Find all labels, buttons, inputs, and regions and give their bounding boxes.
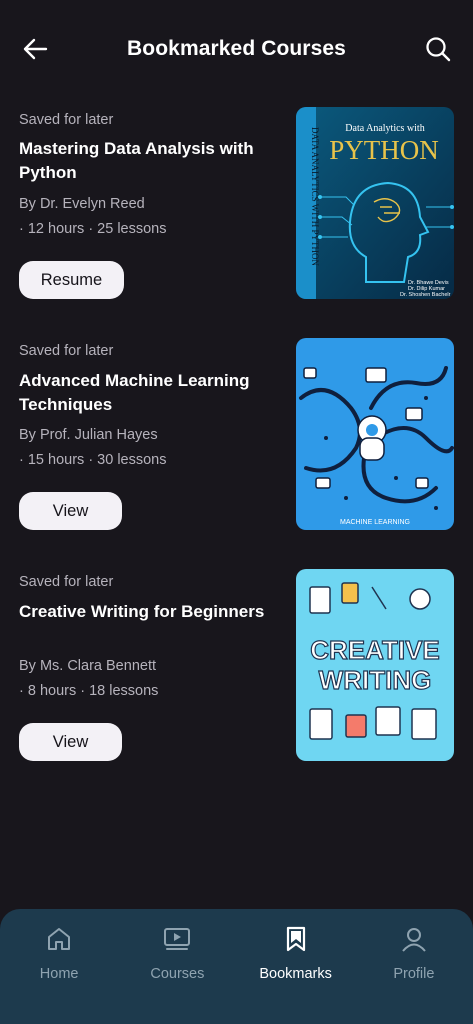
arrow-left-icon [23, 38, 48, 60]
nav-label: Profile [393, 966, 435, 982]
saved-status: Saved for later [19, 343, 114, 359]
course-cover-image[interactable]: DATA ANALYTICS WITH PYTHON Data Analytic… [296, 107, 454, 299]
saved-status: Saved for later [19, 112, 114, 128]
play-screen-icon [163, 925, 191, 953]
saved-status: Saved for later [19, 574, 114, 590]
cover-big-text: PYTHON [329, 135, 439, 165]
course-title[interactable]: Mastering Data Analysis with Python [19, 137, 274, 185]
back-button[interactable] [20, 34, 50, 64]
search-icon [426, 37, 451, 62]
app-header: Bookmarked Courses [0, 0, 473, 100]
nav-label: Courses [150, 966, 205, 982]
home-icon [45, 925, 73, 953]
user-icon [400, 925, 428, 953]
course-card: Saved for later Mastering Data Analysis … [0, 107, 473, 307]
resume-button[interactable]: Resume [19, 261, 124, 299]
nav-item-home[interactable]: Home [0, 909, 118, 1024]
course-author: By Dr. Evelyn Reed [19, 196, 145, 212]
course-cover-image[interactable]: MACHINE LEARNING [296, 338, 454, 530]
course-author: By Prof. Julian Hayes [19, 427, 158, 443]
search-button[interactable] [423, 34, 453, 64]
course-author: By Ms. Clara Bennett [19, 658, 156, 674]
cover-author-3: Dr. Shoshen Bachelr [400, 292, 451, 298]
nav-label: Bookmarks [259, 966, 332, 982]
course-card: Saved for later Advanced Machine Learnin… [0, 338, 473, 538]
cover-caption: MACHINE LEARNING [340, 519, 410, 526]
course-title[interactable]: Creative Writing for Beginners [19, 600, 289, 624]
course-card: Saved for later Creative Writing for Beg… [0, 569, 473, 769]
page-title: Bookmarked Courses [127, 36, 346, 60]
view-button[interactable]: View [19, 723, 122, 761]
cover-top-text: Data Analytics with [345, 123, 424, 134]
nav-label: Home [39, 966, 79, 982]
cover-line-1: CREATIVE [310, 635, 440, 665]
course-cover-image[interactable]: CREATIVE WRITING [296, 569, 454, 761]
bottom-navigation: Home Courses Bookmarks Profile [0, 909, 473, 1024]
cover-line-2: WRITING [319, 665, 432, 695]
nav-item-bookmarks[interactable]: Bookmarks [237, 909, 355, 1024]
nav-item-courses[interactable]: Courses [118, 909, 236, 1024]
course-title[interactable]: Advanced Machine Learning Techniques [19, 369, 274, 417]
course-meta: · 12 hours · 25 lessons [19, 221, 167, 237]
course-meta: · 8 hours · 18 lessons [19, 683, 159, 699]
nav-item-profile[interactable]: Profile [355, 909, 473, 1024]
bookmark-icon [282, 925, 310, 953]
view-button[interactable]: View [19, 492, 122, 530]
course-meta: · 15 hours · 30 lessons [19, 452, 167, 468]
